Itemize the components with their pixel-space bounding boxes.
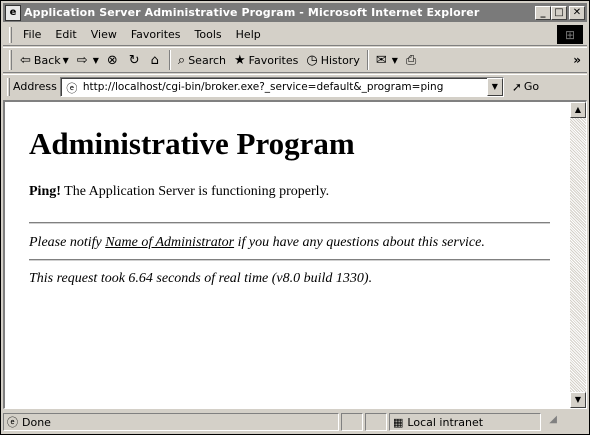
stop-button[interactable]: ⊗ [103, 49, 125, 71]
intranet-icon: ▦ [393, 415, 404, 429]
go-button[interactable]: ➚ Go [512, 80, 539, 94]
browser-window: e Application Server Administrative Prog… [0, 0, 590, 435]
menu-grip [9, 26, 12, 43]
ping-text: The Application Server is functioning pr… [60, 184, 330, 199]
menu-tools[interactable]: Tools [188, 28, 229, 41]
address-bar: Address ⓔ http://localhost/cgi-bin/broke… [3, 74, 587, 98]
ping-label: Ping! [29, 184, 61, 199]
status-panel [365, 413, 387, 431]
history-icon: ◷ [306, 52, 318, 68]
stop-icon: ⊗ [106, 52, 118, 68]
title-bar: e Application Server Administrative Prog… [3, 3, 587, 22]
status-panel [341, 413, 363, 431]
back-label: Back [33, 53, 61, 67]
zone-label: Local intranet [407, 415, 484, 429]
scroll-up-icon[interactable]: ▲ [570, 102, 586, 118]
toolbar-grip [9, 50, 12, 70]
content-area: Administrative Program Ping! The Applica… [3, 100, 587, 409]
search-label: Search [188, 53, 226, 67]
address-input[interactable]: ⓔ http://localhost/cgi-bin/broker.exe?_s… [59, 76, 504, 97]
security-zone: ▦ Local intranet [389, 413, 541, 431]
admin-notice: Please notify Name of Administrator if y… [29, 234, 550, 252]
window-controls: _ □ ✕ [535, 5, 585, 20]
search-button[interactable]: ⌕ Search [174, 49, 230, 71]
mail-button[interactable]: ✉ ▼ [372, 49, 402, 71]
toolbar-separator [366, 50, 369, 70]
notice-prefix: Please notify [29, 235, 106, 250]
windows-logo-icon: ⊞ [557, 25, 583, 44]
forward-arrow-icon: ⇨ [76, 52, 88, 68]
status-main: ⓔ Done [3, 413, 339, 431]
address-grip [7, 77, 10, 96]
divider [29, 259, 550, 261]
favorites-button[interactable]: ★ Favorites [230, 49, 302, 71]
notice-suffix: if you have any questions about this ser… [234, 235, 485, 250]
history-button[interactable]: ◷ History [302, 49, 363, 71]
page-heading: Administrative Program [29, 126, 355, 161]
resize-grip-icon[interactable]: ◢ [543, 414, 557, 430]
favorites-label: Favorites [248, 53, 299, 67]
menu-view[interactable]: View [84, 28, 124, 41]
address-url[interactable]: http://localhost/cgi-bin/broker.exe?_ser… [83, 81, 487, 93]
standard-toolbar: ⇦ Back ▼ ⇨ ▼ ⊗ ↻ ⌂ ⌕ Search ★ Favorites … [3, 47, 587, 73]
web-page: Administrative Program Ping! The Applica… [5, 102, 570, 408]
forward-dropdown-icon[interactable]: ▼ [93, 56, 99, 65]
address-label: Address [13, 80, 57, 93]
search-icon: ⌕ [177, 52, 186, 68]
home-icon: ⌂ [150, 52, 159, 68]
toolbar-separator [168, 50, 171, 70]
refresh-button[interactable]: ↻ [125, 49, 147, 71]
menu-file[interactable]: File [16, 28, 48, 41]
maximize-button[interactable]: □ [551, 5, 567, 20]
go-label: Go [523, 80, 540, 93]
go-arrow-icon: ➚ [511, 79, 522, 94]
window-title: Application Server Administrative Progra… [24, 6, 480, 19]
status-text: Done [22, 415, 51, 429]
menu-edit[interactable]: Edit [48, 28, 83, 41]
divider [29, 222, 550, 224]
vertical-scrollbar[interactable]: ▲ ▼ [570, 102, 586, 408]
page-done-icon: ⓔ [7, 416, 18, 429]
menu-bar: File Edit View Favorites Tools Help ⊞ [3, 24, 587, 46]
ie-icon: e [5, 4, 21, 21]
status-bar: ⓔ Done ▦ Local intranet ◢ [3, 412, 587, 432]
address-dropdown-icon[interactable]: ▼ [486, 77, 503, 96]
back-arrow-icon: ⇦ [20, 52, 31, 68]
history-label: History [320, 53, 360, 67]
page-icon: ⓔ [66, 81, 78, 95]
refresh-icon: ↻ [128, 52, 140, 68]
back-dropdown-icon[interactable]: ▼ [63, 56, 69, 65]
mail-dropdown-icon[interactable]: ▼ [392, 56, 398, 65]
timing-message: This request took 6.64 seconds of real t… [29, 271, 373, 286]
minimize-button[interactable]: _ [535, 5, 551, 20]
home-button[interactable]: ⌂ [147, 49, 166, 71]
admin-link[interactable]: Name of Administrator [105, 235, 234, 250]
menu-help[interactable]: Help [229, 28, 268, 41]
favorites-icon: ★ [234, 52, 246, 68]
menu-favorites[interactable]: Favorites [124, 28, 188, 41]
toolbar-overflow-icon[interactable]: » [573, 53, 581, 67]
mail-icon: ✉ [375, 52, 387, 68]
ping-message: Ping! The Application Server is function… [29, 184, 550, 200]
scroll-down-icon[interactable]: ▼ [570, 392, 586, 408]
back-button[interactable]: ⇦ Back ▼ [16, 49, 73, 71]
forward-button[interactable]: ⇨ ▼ [73, 49, 103, 71]
print-button[interactable]: ⎙ [402, 49, 423, 71]
printer-icon: ⎙ [405, 52, 417, 68]
close-button[interactable]: ✕ [569, 5, 585, 20]
